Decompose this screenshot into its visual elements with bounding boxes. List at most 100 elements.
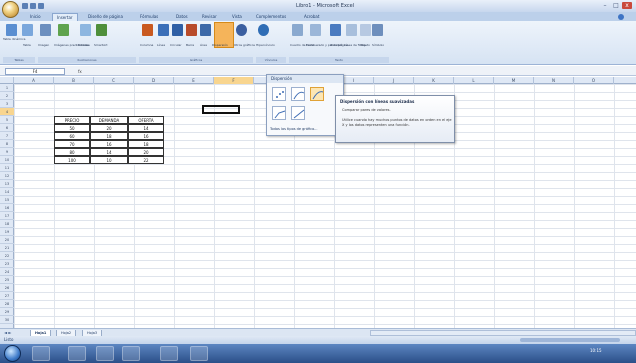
column-header[interactable]: E — [174, 77, 214, 84]
row-header[interactable]: 28 — [0, 300, 14, 308]
row-header[interactable]: 23 — [0, 260, 14, 268]
shapes-icon[interactable] — [80, 24, 91, 36]
row-header[interactable]: 1 — [0, 84, 14, 92]
scatter-straight-lines-icon[interactable] — [291, 106, 305, 120]
column-header[interactable]: B — [54, 77, 94, 84]
row-header[interactable]: 22 — [0, 252, 14, 260]
table-header[interactable]: OFERTA — [128, 116, 164, 124]
row-header[interactable]: 10 — [0, 156, 14, 164]
hyperlink-icon[interactable] — [258, 24, 269, 36]
object-icon[interactable] — [360, 24, 371, 36]
row-header[interactable]: 16 — [0, 204, 14, 212]
table-cell[interactable]: 20 — [128, 148, 164, 156]
column-header[interactable]: A — [14, 77, 54, 84]
tab-revisar[interactable]: Revisar — [198, 13, 221, 21]
row-header[interactable]: 15 — [0, 196, 14, 204]
row-header[interactable]: 29 — [0, 308, 14, 316]
column-header[interactable]: D — [134, 77, 174, 84]
row-header[interactable]: 7 — [0, 132, 14, 140]
table-cell[interactable]: 60 — [54, 132, 90, 140]
row-header[interactable]: 6 — [0, 124, 14, 132]
taskbar-app-icon[interactable] — [160, 346, 178, 361]
help-icon[interactable] — [618, 14, 624, 20]
row-header[interactable]: 26 — [0, 284, 14, 292]
column-header[interactable]: M — [494, 77, 534, 84]
table-cell[interactable]: 22 — [128, 156, 164, 164]
taskbar-app-icon[interactable] — [96, 346, 114, 361]
close-button[interactable]: x — [622, 2, 632, 9]
smartart-icon[interactable] — [96, 24, 107, 36]
column-header[interactable]: L — [454, 77, 494, 84]
column-header[interactable]: O — [574, 77, 614, 84]
table-cell[interactable]: 20 — [90, 124, 128, 132]
signature-line-icon[interactable] — [346, 24, 357, 36]
scatter-markers-icon[interactable] — [272, 87, 286, 101]
table-cell[interactable]: 100 — [54, 156, 90, 164]
row-header[interactable]: 3 — [0, 100, 14, 108]
pivot-table-icon[interactable] — [6, 24, 17, 36]
clipart-icon[interactable] — [58, 24, 69, 36]
other-charts-icon[interactable] — [236, 24, 247, 36]
row-header[interactable]: 21 — [0, 244, 14, 252]
undo-icon[interactable] — [30, 3, 36, 9]
office-button[interactable] — [2, 1, 19, 18]
column-header[interactable]: K — [414, 77, 454, 84]
row-header[interactable]: 5 — [0, 116, 14, 124]
row-header[interactable]: 20 — [0, 236, 14, 244]
row-header[interactable]: 4 — [0, 108, 14, 116]
tab-inicio[interactable]: Inicio — [26, 13, 45, 21]
column-header[interactable]: C — [94, 77, 134, 84]
minimize-button[interactable]: – — [600, 2, 610, 9]
bar-chart-icon[interactable] — [186, 24, 197, 36]
redo-icon[interactable] — [38, 3, 44, 9]
table-cell[interactable]: 16 — [128, 132, 164, 140]
scatter-smooth-lines-icon[interactable] — [310, 87, 324, 101]
tab-insertar[interactable]: Insertar — [52, 13, 78, 21]
symbol-icon[interactable] — [372, 24, 383, 36]
row-header[interactable]: 17 — [0, 212, 14, 220]
table-cell[interactable]: 18 — [90, 132, 128, 140]
row-header[interactable]: 14 — [0, 188, 14, 196]
row-header[interactable]: 8 — [0, 140, 14, 148]
taskbar-app-icon[interactable] — [190, 346, 208, 361]
taskbar-app-icon[interactable] — [32, 346, 50, 361]
fx-icon[interactable]: fx — [78, 68, 108, 75]
scatter-straight-markers-icon[interactable] — [272, 106, 286, 120]
maximize-button[interactable]: □ — [611, 2, 621, 9]
scatter-smooth-markers-icon[interactable] — [291, 87, 305, 101]
row-header[interactable]: 2 — [0, 92, 14, 100]
all-chart-types-link[interactable]: Todos los tipos de gráfico... — [270, 127, 318, 131]
row-header[interactable]: 18 — [0, 220, 14, 228]
row-header[interactable]: 30 — [0, 316, 14, 324]
name-box[interactable]: F4 — [5, 68, 65, 75]
table-header[interactable]: PRECIO — [54, 116, 90, 124]
row-header[interactable]: 25 — [0, 276, 14, 284]
row-header[interactable]: 19 — [0, 228, 14, 236]
row-header[interactable]: 27 — [0, 292, 14, 300]
table-cell[interactable]: 10 — [90, 156, 128, 164]
tab-complementos[interactable]: Complementos — [252, 13, 290, 21]
pie-chart-icon[interactable] — [172, 24, 183, 36]
column-chart-icon[interactable] — [142, 24, 153, 36]
row-header[interactable]: 24 — [0, 268, 14, 276]
area-chart-icon[interactable] — [200, 24, 211, 36]
table-cell[interactable]: 16 — [90, 140, 128, 148]
start-button[interactable] — [4, 345, 21, 362]
line-chart-icon[interactable] — [158, 24, 169, 36]
column-header[interactable]: N — [534, 77, 574, 84]
header-footer-icon[interactable] — [310, 24, 321, 36]
tab-datos[interactable]: Datos — [172, 13, 192, 21]
row-header[interactable]: 12 — [0, 172, 14, 180]
row-header[interactable]: 11 — [0, 164, 14, 172]
selected-cell[interactable] — [202, 105, 240, 114]
sheet-nav-icon[interactable]: ◄ ► — [4, 330, 11, 335]
tab-vista[interactable]: Vista — [228, 13, 246, 21]
column-header[interactable]: J — [374, 77, 414, 84]
table-cell[interactable]: 80 — [54, 148, 90, 156]
table-icon[interactable] — [22, 24, 33, 36]
taskbar-app-icon[interactable] — [122, 346, 140, 361]
row-header[interactable]: 9 — [0, 148, 14, 156]
taskbar-app-icon[interactable] — [68, 346, 86, 361]
column-header[interactable]: F — [214, 77, 254, 84]
tab-diseno[interactable]: Diseño de página — [84, 13, 127, 21]
